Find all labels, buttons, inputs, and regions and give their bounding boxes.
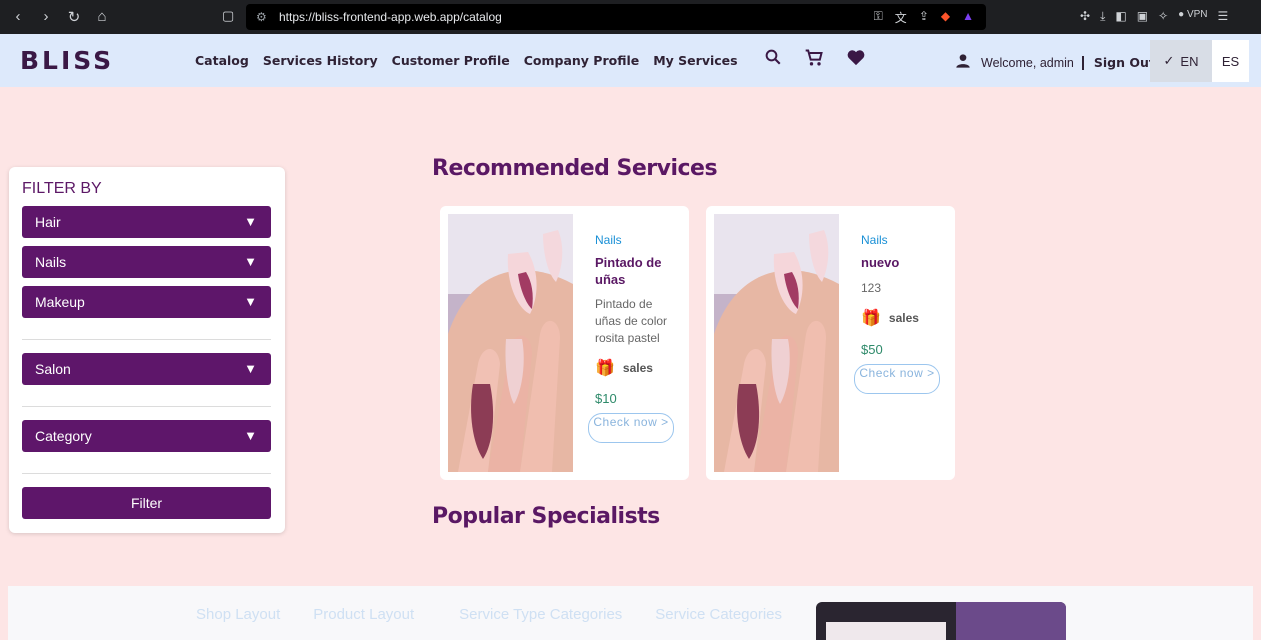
lang-en-label: EN: [1180, 53, 1199, 69]
extensions-icon[interactable]: ✣: [1080, 9, 1090, 24]
check-now-button[interactable]: Check now >: [854, 364, 940, 394]
footer-link-shop-layout[interactable]: Shop Layout: [196, 606, 280, 623]
search-icon[interactable]: [764, 48, 782, 73]
cart-icon[interactable]: [804, 48, 824, 73]
service-image[interactable]: [448, 214, 573, 472]
sales-tag: 🎁 sales: [595, 358, 653, 378]
gift-icon: 🎁: [861, 310, 881, 327]
dropdown-arrow-icon: ▼: [244, 254, 257, 269]
makeup-select-label: Makeup: [35, 294, 85, 310]
share-icon[interactable]: ⇪: [919, 9, 929, 26]
dropdown-arrow-icon: ▼: [244, 361, 257, 376]
footer: Shop Layout Product Layout Service Type …: [8, 586, 1253, 640]
sidebar-icon[interactable]: ◧: [1115, 9, 1126, 24]
check-icon: ✓: [1163, 53, 1175, 68]
popular-specialists-title: Popular Specialists: [432, 504, 660, 529]
service-price: $50: [861, 342, 883, 357]
dropdown-arrow-icon: ▼: [244, 214, 257, 229]
home-icon[interactable]: ⌂: [94, 8, 110, 26]
check-now-button[interactable]: Check now >: [588, 413, 674, 443]
divider: [22, 339, 271, 340]
makeup-select[interactable]: Makeup ▼: [22, 286, 271, 318]
footer-link-service-type-categories[interactable]: Service Type Categories: [459, 606, 622, 623]
sales-label: sales: [888, 311, 919, 325]
nails-select-label: Nails: [35, 254, 67, 270]
footer-link-service-categories[interactable]: Service Categories: [655, 606, 782, 623]
lang-es-label: ES: [1221, 53, 1240, 69]
filter-title: FILTER BY: [22, 180, 102, 197]
forward-icon[interactable]: ›: [38, 8, 54, 26]
gift-icon: 🎁: [595, 360, 615, 377]
nav-services-history[interactable]: Services History: [263, 53, 378, 68]
nav-customer-profile[interactable]: Customer Profile: [392, 53, 510, 68]
sign-out-button[interactable]: Sign Out: [1094, 55, 1155, 70]
service-name: Pintado de uñas: [595, 255, 662, 287]
download-icon[interactable]: ⤓: [1100, 9, 1105, 24]
user-icon: [955, 53, 971, 72]
category-select[interactable]: Category ▼: [22, 420, 271, 452]
address-bar[interactable]: ⚙ https://bliss-frontend-app.web.app/cat…: [246, 4, 986, 30]
service-description: Pintado de uñas de color rosita pastel: [595, 297, 668, 345]
salon-select-label: Salon: [35, 361, 71, 377]
divider: [22, 473, 271, 474]
recommended-title: Recommended Services: [432, 156, 718, 181]
leo-icon[interactable]: ✧: [1158, 9, 1168, 24]
footer-link-product-layout[interactable]: Product Layout: [313, 606, 414, 623]
lang-es-button[interactable]: ES: [1212, 40, 1249, 82]
service-price: $10: [595, 391, 617, 406]
divider: [22, 406, 271, 407]
rewards-icon[interactable]: ▲: [962, 9, 974, 26]
category-select-label: Category: [35, 428, 92, 444]
service-description: 123: [861, 281, 882, 295]
nav-company-profile[interactable]: Company Profile: [524, 53, 640, 68]
hair-select[interactable]: Hair ▼: [22, 206, 271, 238]
service-name: nuevo: [861, 255, 900, 270]
browser-toolbar: ‹ › ↻ ⌂ ▢ ⚙ https://bliss-frontend-app.w…: [0, 0, 1261, 34]
dropdown-arrow-icon: ▼: [244, 294, 257, 309]
url-text[interactable]: https://bliss-frontend-app.web.app/catal…: [279, 10, 502, 24]
site-settings-icon[interactable]: ⚙: [256, 10, 267, 24]
sales-tag: 🎁 sales: [861, 308, 919, 328]
filter-panel: FILTER BY Hair ▼ Nails ▼ Makeup ▼ Salon …: [9, 167, 285, 533]
wallet-icon[interactable]: ▣: [1137, 9, 1148, 24]
bookmark-icon[interactable]: ▢: [222, 8, 234, 24]
logo[interactable]: BLISS: [20, 46, 114, 75]
footer-image: [816, 602, 1066, 640]
heart-icon[interactable]: [846, 48, 866, 73]
reload-icon[interactable]: ↻: [66, 8, 82, 26]
salon-select[interactable]: Salon ▼: [22, 353, 271, 385]
menu-icon[interactable]: ☰: [1218, 9, 1229, 24]
back-icon[interactable]: ‹: [10, 8, 26, 26]
nails-select[interactable]: Nails ▼: [22, 246, 271, 278]
dropdown-arrow-icon: ▼: [244, 428, 257, 443]
vpn-label: VPN: [1186, 9, 1208, 20]
brave-shield-icon[interactable]: ◆: [941, 9, 950, 26]
vpn-button[interactable]: ● VPN: [1178, 9, 1207, 24]
nav-my-services[interactable]: My Services: [653, 53, 737, 68]
sales-label: sales: [622, 361, 653, 375]
nav-catalog[interactable]: Catalog: [195, 53, 249, 68]
divider: [1081, 55, 1084, 70]
service-category: Nails: [595, 233, 622, 247]
translate-icon[interactable]: 文: [895, 9, 907, 26]
service-image[interactable]: [714, 214, 839, 472]
service-card: Nails nuevo 123 🎁 sales $50 Check now >: [706, 206, 955, 480]
lang-en-button[interactable]: ✓ EN: [1150, 40, 1212, 82]
hair-select-label: Hair: [35, 214, 61, 230]
service-card: Nails Pintado de uñas Pintado de uñas de…: [440, 206, 689, 480]
filter-button[interactable]: Filter: [22, 487, 271, 519]
key-icon[interactable]: ⚿: [874, 9, 883, 26]
service-category: Nails: [861, 233, 888, 247]
welcome-text: Welcome, admin: [981, 55, 1074, 70]
app-header: BLISS Catalog Services History Customer …: [0, 34, 1261, 87]
main-nav: Catalog Services History Customer Profil…: [195, 53, 738, 68]
